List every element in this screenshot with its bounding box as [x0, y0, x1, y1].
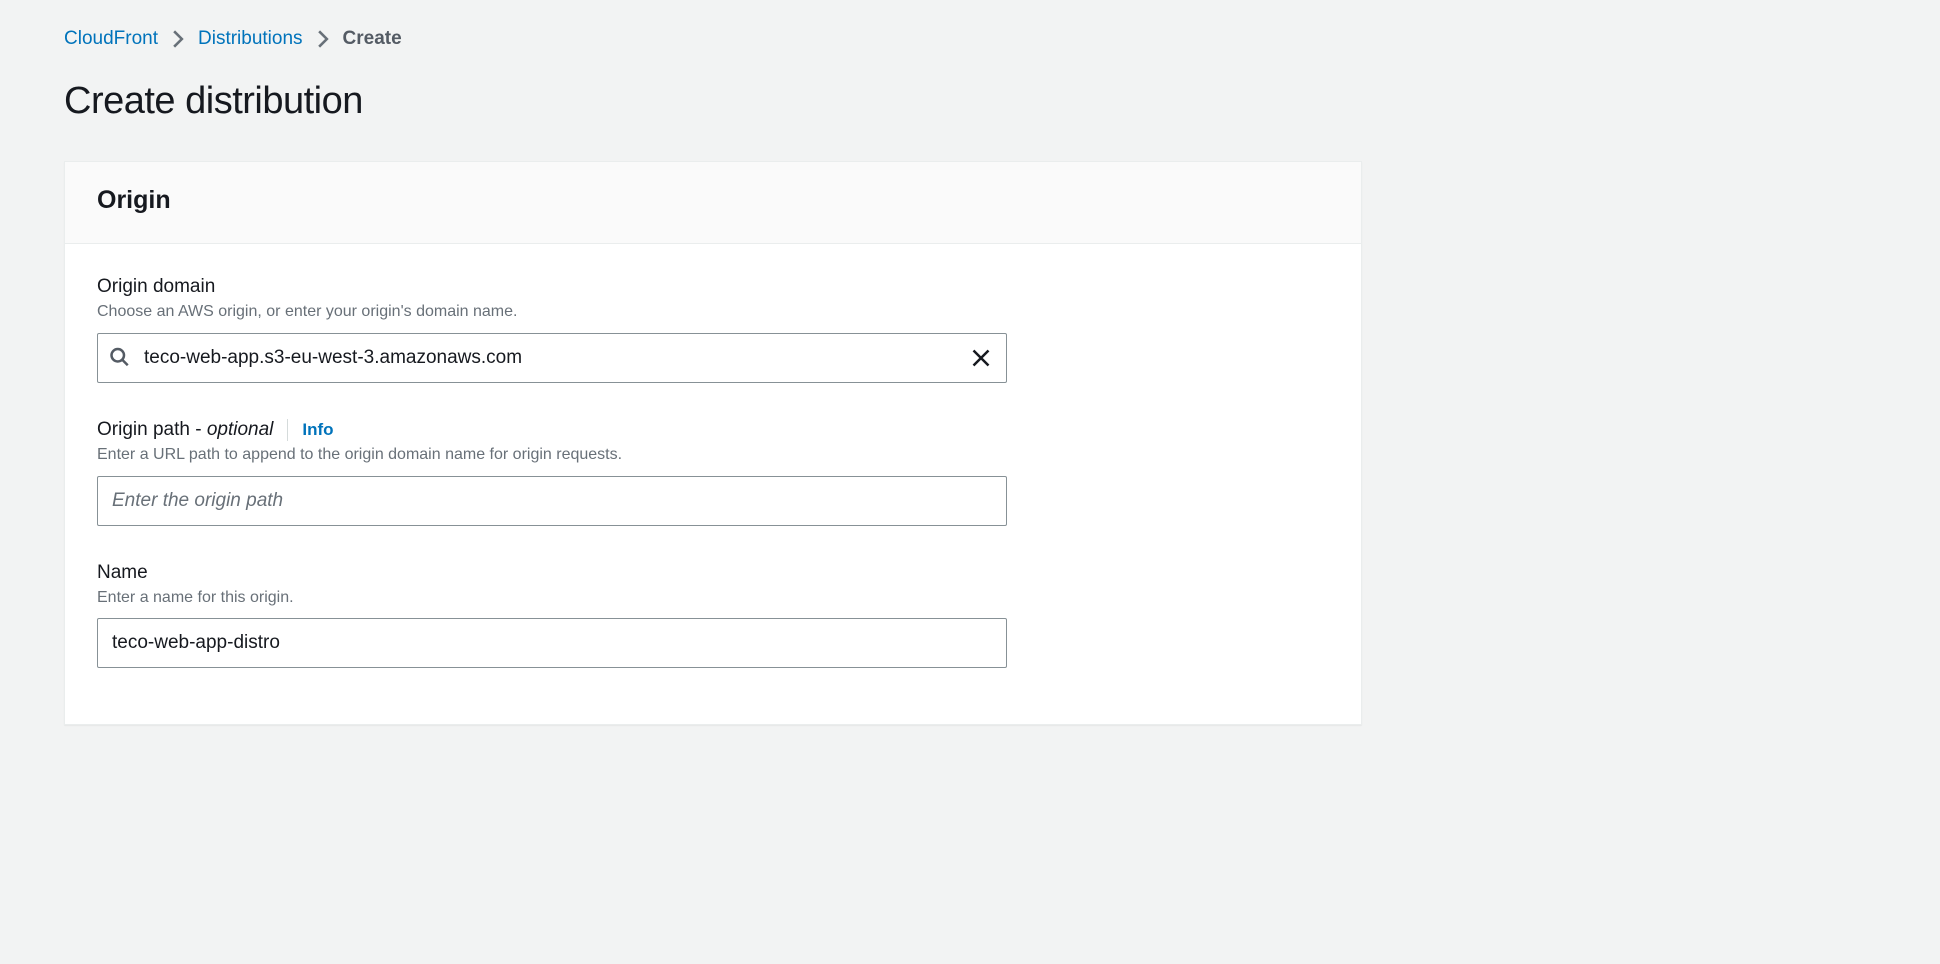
origin-path-input[interactable] — [97, 476, 1007, 526]
breadcrumb-current: Create — [343, 28, 402, 50]
page-title: Create distribution — [64, 80, 1940, 123]
breadcrumb: CloudFront Distributions Create — [64, 28, 1940, 50]
breadcrumb-link-distributions[interactable]: Distributions — [198, 28, 303, 50]
origin-domain-label: Origin domain — [97, 276, 215, 298]
clear-icon[interactable] — [967, 344, 995, 372]
origin-path-label: Origin path - optional — [97, 419, 273, 441]
breadcrumb-link-cloudfront[interactable]: CloudFront — [64, 28, 158, 50]
divider — [287, 419, 288, 441]
panel-header: Origin — [65, 162, 1361, 244]
origin-path-optional: optional — [207, 419, 274, 440]
panel-body: Origin domain Choose an AWS origin, or e… — [65, 244, 1361, 724]
origin-domain-description: Choose an AWS origin, or enter your orig… — [97, 302, 1329, 323]
name-input[interactable] — [97, 618, 1007, 668]
origin-path-description: Enter a URL path to append to the origin… — [97, 445, 1329, 466]
chevron-right-icon — [172, 30, 184, 48]
name-description: Enter a name for this origin. — [97, 588, 1329, 609]
origin-panel: Origin Origin domain Choose an AWS origi… — [64, 161, 1362, 725]
info-link[interactable]: Info — [302, 420, 333, 440]
chevron-right-icon — [317, 30, 329, 48]
origin-domain-input[interactable] — [97, 333, 1007, 383]
name-group: Name Enter a name for this origin. — [97, 562, 1329, 669]
origin-path-label-text: Origin path - — [97, 419, 207, 440]
origin-path-group: Origin path - optional Info Enter a URL … — [97, 419, 1329, 526]
origin-domain-group: Origin domain Choose an AWS origin, or e… — [97, 276, 1329, 383]
panel-title: Origin — [97, 186, 1329, 215]
name-label: Name — [97, 562, 148, 584]
